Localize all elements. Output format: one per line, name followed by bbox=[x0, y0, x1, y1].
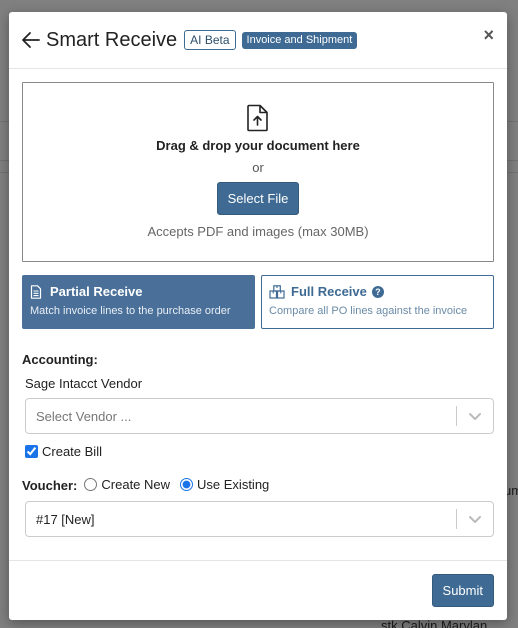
voucher-use-existing-radio[interactable] bbox=[180, 478, 194, 491]
modal-footer: Submit bbox=[9, 560, 507, 620]
submit-button[interactable]: Submit bbox=[431, 574, 494, 607]
vendor-label: Sage Intacct Vendor bbox=[25, 376, 143, 391]
voucher-select-value: #17 [New] bbox=[36, 511, 95, 527]
dropzone-accepts: Accepts PDF and images (max 30MB) bbox=[147, 224, 369, 239]
modal-title: Smart Receive bbox=[46, 28, 178, 51]
help-icon[interactable]: ? bbox=[371, 285, 384, 298]
partial-receive-option[interactable]: Partial Receive Match invoice lines to t… bbox=[22, 275, 255, 329]
full-receive-option[interactable]: Full Receive ? Compare all PO lines agai… bbox=[261, 275, 494, 329]
vendor-select-placeholder: Select Vendor ... bbox=[36, 408, 132, 424]
select-file-button[interactable]: Select File bbox=[216, 182, 300, 215]
create-bill-checkbox[interactable] bbox=[25, 445, 38, 458]
dropzone-or: or bbox=[252, 160, 264, 175]
back-arrow-icon[interactable] bbox=[21, 30, 41, 50]
voucher-row: Voucher: Create New Use Existing bbox=[22, 476, 494, 493]
voucher-create-new-label: Create New bbox=[101, 477, 171, 492]
dropzone-title: Drag & drop your document here bbox=[156, 138, 360, 153]
chevron-down-icon[interactable] bbox=[457, 514, 493, 524]
partial-receive-subtitle: Match invoice lines to the purchase orde… bbox=[30, 305, 231, 317]
file-upload-icon bbox=[246, 104, 270, 132]
voucher-create-new-radio[interactable] bbox=[84, 478, 98, 491]
chevron-down-icon[interactable] bbox=[457, 411, 493, 421]
full-receive-subtitle: Compare all PO lines against the invoice bbox=[269, 305, 468, 317]
file-dropzone[interactable]: Drag & drop your document here or Select… bbox=[22, 82, 494, 262]
ai-beta-badge: AI Beta bbox=[184, 30, 236, 50]
vendor-select[interactable]: Select Vendor ... bbox=[25, 398, 494, 434]
partial-receive-title: Partial Receive bbox=[50, 284, 143, 299]
full-receive-title: Full Receive bbox=[291, 284, 367, 299]
modal-header: Smart Receive AI Beta Invoice and Shipme… bbox=[9, 12, 507, 69]
modal-body: Drag & drop your document here or Select… bbox=[9, 69, 507, 537]
receive-mode-selector: Partial Receive Match invoice lines to t… bbox=[22, 275, 494, 329]
voucher-use-existing-label: Use Existing bbox=[197, 477, 270, 492]
accounting-heading: Accounting: bbox=[22, 352, 98, 367]
voucher-label: Voucher: bbox=[22, 478, 78, 493]
mode-badge: Invoice and Shipment bbox=[241, 31, 358, 49]
voucher-use-existing-option[interactable]: Use Existing bbox=[180, 477, 269, 492]
create-bill-row[interactable]: Create Bill bbox=[25, 444, 494, 459]
create-bill-label: Create Bill bbox=[42, 444, 102, 459]
document-icon bbox=[30, 284, 44, 299]
smart-receive-modal: Smart Receive AI Beta Invoice and Shipme… bbox=[9, 12, 507, 620]
boxes-icon bbox=[269, 284, 285, 299]
close-button[interactable]: × bbox=[483, 26, 494, 44]
voucher-select[interactable]: #17 [New] bbox=[25, 501, 494, 537]
voucher-create-new-option[interactable]: Create New bbox=[84, 477, 170, 492]
